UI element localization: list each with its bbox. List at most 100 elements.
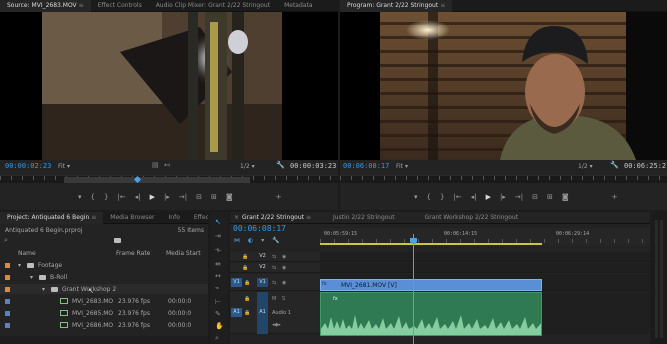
program-wrench-icon[interactable]: 🔧 [610, 161, 619, 169]
mark-in-icon[interactable]: { [91, 193, 95, 201]
audio-clip[interactable]: fx [320, 292, 542, 336]
source-patch-v1[interactable]: V1 [231, 278, 242, 287]
column-media-start[interactable]: Media Start [166, 250, 201, 257]
source-ratio-dropdown[interactable]: 1/2 ▾ [240, 163, 255, 170]
sync-lock-icon[interactable]: ⇆ [272, 254, 276, 260]
timeline-ruler[interactable]: 00:05:59:15 00:06:14:15 00:06:29:14 [320, 228, 650, 246]
track-label-a1[interactable]: A1 [257, 308, 268, 317]
rate-stretch-tool-icon[interactable]: ↔ [215, 272, 221, 280]
selection-tool-icon[interactable]: ↖ [215, 218, 221, 226]
track-label-v2[interactable]: V2 [257, 263, 268, 272]
tab-audio-clip-mixer[interactable]: Audio Clip Mixer: Grant 2/22 Stringout [149, 0, 277, 12]
lock-icon[interactable]: 🔒 [244, 310, 250, 316]
column-name[interactable]: Name [18, 250, 36, 257]
label-swatch[interactable] [5, 310, 10, 316]
tab-grant-stringout[interactable]: × Grant 2/22 Stringout ≡ [230, 212, 318, 224]
rolling-edit-tool-icon[interactable]: ⇹ [215, 260, 221, 268]
lock-icon[interactable]: 🔒 [242, 265, 248, 271]
mark-in-icon[interactable]: { [427, 193, 431, 201]
tab-media-browser[interactable]: Media Browser [103, 212, 161, 224]
track-lane-v2[interactable] [320, 252, 650, 262]
source-timecode-current[interactable]: 00:00:02:23 [5, 162, 51, 170]
tab-effects[interactable]: Effects [187, 212, 208, 224]
eye-icon[interactable]: ◉ [282, 265, 286, 271]
export-frame-icon[interactable]: ◙ [562, 193, 569, 201]
column-frame-rate[interactable]: Frame Rate [116, 250, 150, 257]
step-forward-icon[interactable]: |▸ [500, 193, 506, 201]
timeline-settings-icon[interactable]: 🔧 [272, 237, 279, 245]
source-fit-dropdown[interactable]: Fit ▾ [58, 163, 70, 170]
tab-menu-icon[interactable]: ≡ [91, 214, 96, 221]
list-item[interactable]: MVI_2683.MO 23.976 fps 00:00:0 [0, 296, 208, 306]
close-icon[interactable]: × [234, 214, 239, 221]
tab-menu-icon[interactable]: ≡ [440, 2, 445, 9]
new-bin-icon[interactable] [114, 238, 121, 243]
add-button-icon[interactable]: + [276, 193, 282, 201]
solo-icon[interactable]: S [282, 296, 285, 302]
sync-lock-icon[interactable]: ⇆ [272, 280, 276, 286]
mute-icon[interactable]: M [272, 296, 276, 302]
expand-triangle-icon[interactable]: ▾ [18, 262, 21, 269]
export-frame-icon[interactable]: ◙ [226, 193, 233, 201]
tab-program[interactable]: Program: Grant 2/22 Stringout ≡ [340, 0, 453, 12]
track-label-v1[interactable]: V1 [257, 278, 268, 287]
timeline-timecode[interactable]: 00:06:08:17 [233, 224, 286, 233]
list-item[interactable]: ▾ B-Roll [0, 272, 208, 282]
expand-triangle-icon[interactable]: ▾ [30, 274, 33, 281]
add-button-icon[interactable]: + [612, 193, 618, 201]
lock-icon[interactable]: 🔒 [244, 296, 250, 302]
tab-metadata[interactable]: Metadata [277, 0, 319, 12]
timeline-playhead[interactable] [413, 234, 414, 344]
eye-icon[interactable]: ◉ [282, 254, 286, 260]
add-marker-icon[interactable]: ▾ [78, 193, 82, 201]
track-lane-v2b[interactable] [320, 263, 650, 273]
step-forward-icon[interactable]: |▸ [164, 193, 170, 201]
hand-tool-icon[interactable]: ✋ [215, 322, 224, 330]
lock-icon[interactable]: 🔒 [242, 254, 248, 260]
sync-lock-icon[interactable]: ⇆ [272, 265, 276, 271]
keyframe-nav-icon[interactable]: ◂◆▸ [272, 322, 281, 328]
go-to-in-icon[interactable]: |← [117, 193, 125, 201]
list-item[interactable]: ▾ Grant Workshop 2 ↖ [0, 284, 208, 295]
list-item[interactable]: ▾ Footage [0, 260, 208, 270]
list-item[interactable]: MVI_2685.MO 23.976 fps 00:00:0 [0, 308, 208, 318]
expand-triangle-icon[interactable]: ▾ [42, 286, 45, 293]
source-insert-icon[interactable]: ↤ [164, 161, 170, 169]
list-item[interactable]: MVI_2686.MO 23.976 fps 00:00:0 [0, 320, 208, 330]
search-icon[interactable]: ⌕ [4, 236, 8, 245]
label-swatch[interactable] [5, 286, 10, 292]
go-to-in-icon[interactable]: |← [453, 193, 461, 201]
video-clip[interactable]: fx MVI_2681.MOV [V] [320, 279, 542, 291]
add-marker-icon[interactable]: ▾ [261, 237, 264, 245]
zoom-tool-icon[interactable]: ⌕ [215, 334, 219, 343]
play-icon[interactable]: ▶ [486, 193, 491, 201]
tab-justin-stringout[interactable]: Justin 2/22 Stringout [326, 212, 402, 224]
tab-menu-icon[interactable]: ≡ [306, 214, 311, 221]
step-back-icon[interactable]: ◂| [135, 193, 141, 201]
tab-info[interactable]: Info [162, 212, 187, 224]
tab-grant-workshop-stringout[interactable]: Grant Workshop 2/22 Stringout [418, 212, 525, 224]
razor-tool-icon[interactable]: ⌁ [215, 284, 219, 292]
go-to-out-icon[interactable]: →| [179, 193, 187, 201]
go-to-out-icon[interactable]: →| [515, 193, 523, 201]
source-wrench-icon[interactable]: 🔧 [276, 161, 285, 169]
label-swatch[interactable] [5, 322, 10, 328]
lock-icon[interactable]: 🔒 [244, 280, 250, 286]
label-swatch[interactable] [5, 298, 10, 304]
add-marker-icon[interactable]: ▾ [414, 193, 418, 201]
overwrite-icon[interactable]: ⊞ [211, 193, 217, 201]
tab-project[interactable]: Project: Antiquated 6 Begin ≡ [0, 212, 104, 224]
program-timecode-current[interactable]: 00:06:08:17 [343, 162, 389, 170]
tab-source[interactable]: Source: MVI_2683.MOV ≡ [0, 0, 91, 12]
eye-icon[interactable]: ◉ [282, 280, 286, 286]
program-fit-dropdown[interactable]: Fit ▾ [396, 163, 408, 170]
extract-icon[interactable]: ⊞ [547, 193, 553, 201]
program-ratio-dropdown[interactable]: 1/2 ▾ [578, 163, 593, 170]
timeline-playhead-handle[interactable] [410, 238, 417, 244]
mark-out-icon[interactable]: } [104, 193, 108, 201]
tab-effect-controls[interactable]: Effect Controls [91, 0, 149, 12]
step-back-icon[interactable]: ◂| [471, 193, 477, 201]
insert-icon[interactable]: ⊟ [196, 193, 202, 201]
lift-icon[interactable]: ⊟ [532, 193, 538, 201]
snap-icon[interactable]: ⋈ [234, 237, 240, 245]
